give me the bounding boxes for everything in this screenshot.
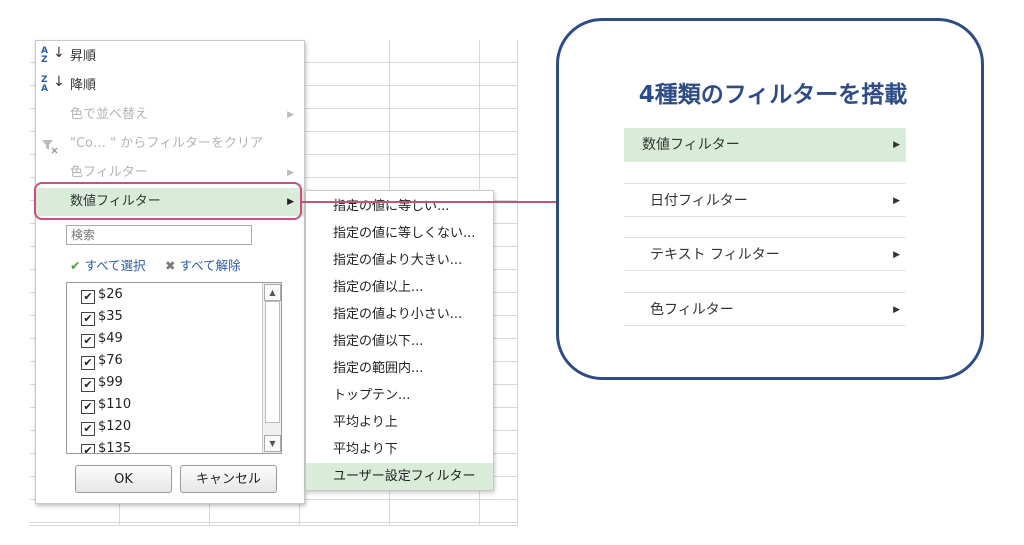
select-all-link[interactable]: ✔ すべて選択 (70, 255, 146, 274)
submenu-item[interactable]: 平均より下 (306, 436, 493, 463)
ok-button[interactable]: OK (75, 465, 172, 493)
search-input[interactable] (66, 225, 252, 245)
clear-all-link[interactable]: ✖ すべて解除 (165, 255, 241, 274)
callout-filter-color: 色フィルター ▶ (624, 292, 906, 326)
callout-connector-line (302, 201, 557, 203)
list-item[interactable]: ✔ $120 (81, 417, 131, 437)
chevron-right-icon: ▶ (893, 305, 900, 315)
list-item[interactable]: ✔ $110 (81, 395, 131, 415)
chevron-right-icon: ▶ (287, 110, 294, 120)
checkbox[interactable]: ✔ (81, 312, 95, 326)
scroll-up-icon[interactable]: ▲ (264, 284, 281, 301)
sort-ascending-item[interactable]: AZ ↓ 昇順 (36, 43, 304, 71)
submenu-item[interactable]: 指定の値に等しくない... (306, 220, 493, 247)
sort-descending-icon: ZA ↓ (41, 74, 65, 94)
list-item[interactable]: ✔ $135 (81, 439, 131, 453)
callout-filter-date: 日付フィルター ▶ (624, 183, 906, 217)
list-scrollbar[interactable]: ▲ ▼ (262, 283, 281, 453)
sort-by-color-item[interactable]: 色で並べ替え ▶ (36, 101, 304, 129)
number-filter-highlight (34, 182, 302, 220)
x-mark-icon: ✖ (165, 258, 176, 273)
checkbox[interactable]: ✔ (81, 378, 95, 392)
submenu-item[interactable]: 指定の値に等しい... (306, 193, 493, 220)
list-item[interactable]: ✔ $76 (81, 351, 123, 371)
checkbox[interactable]: ✔ (81, 334, 95, 348)
submenu-item[interactable]: 指定の値以上... (306, 274, 493, 301)
cancel-button[interactable]: キャンセル (180, 465, 277, 493)
scroll-thumb[interactable] (265, 301, 280, 423)
list-item[interactable]: ✔ $26 (81, 285, 123, 305)
list-item[interactable]: ✔ $35 (81, 307, 123, 327)
checkbox[interactable]: ✔ (81, 422, 95, 436)
chevron-right-icon: ▶ (893, 196, 900, 206)
sort-descending-item[interactable]: ZA ↓ 降順 (36, 72, 304, 100)
submenu-item[interactable]: 指定の範囲内... (306, 355, 493, 382)
number-filter-submenu: 指定の値に等しい... 指定の値に等しくない... 指定の値より大きい... 指… (305, 190, 494, 491)
submenu-item[interactable]: 平均より上 (306, 409, 493, 436)
value-list[interactable]: ✔ $26 ✔ $35 ✔ $49 ✔ $76 ✔ $99 ✔ $110 ✔ $120 ✔ $1… (66, 282, 282, 454)
clear-filter-item[interactable]: "Co… " からフィルターをクリア (36, 130, 304, 158)
callout-filter-text: テキスト フィルター ▶ (624, 237, 906, 271)
submenu-item-custom-filter[interactable]: ユーザー設定フィルター (306, 463, 493, 490)
chevron-right-icon: ▶ (893, 250, 900, 260)
checkbox[interactable]: ✔ (81, 356, 95, 370)
checkbox[interactable]: ✔ (81, 400, 95, 414)
sort-ascending-icon: AZ ↓ (41, 45, 65, 65)
list-item[interactable]: ✔ $99 (81, 373, 123, 393)
scroll-down-icon[interactable]: ▼ (264, 435, 281, 452)
submenu-item[interactable]: 指定の値より小さい... (306, 301, 493, 328)
list-item[interactable]: ✔ $49 (81, 329, 123, 349)
callout-title: 4種類のフィルターを搭載 (638, 82, 908, 108)
chevron-right-icon: ▶ (893, 140, 900, 150)
submenu-item[interactable]: 指定の値以下... (306, 328, 493, 355)
feature-callout: 4種類のフィルターを搭載 数値フィルター ▶ 日付フィルター ▶ テキスト フィ… (556, 18, 984, 380)
checkbox[interactable]: ✔ (81, 444, 95, 453)
submenu-item[interactable]: トップテン... (306, 382, 493, 409)
submenu-item[interactable]: 指定の値より大きい... (306, 247, 493, 274)
checkmark-icon: ✔ (70, 258, 81, 273)
checkbox[interactable]: ✔ (81, 290, 95, 304)
callout-filter-number: 数値フィルター ▶ (624, 128, 906, 162)
